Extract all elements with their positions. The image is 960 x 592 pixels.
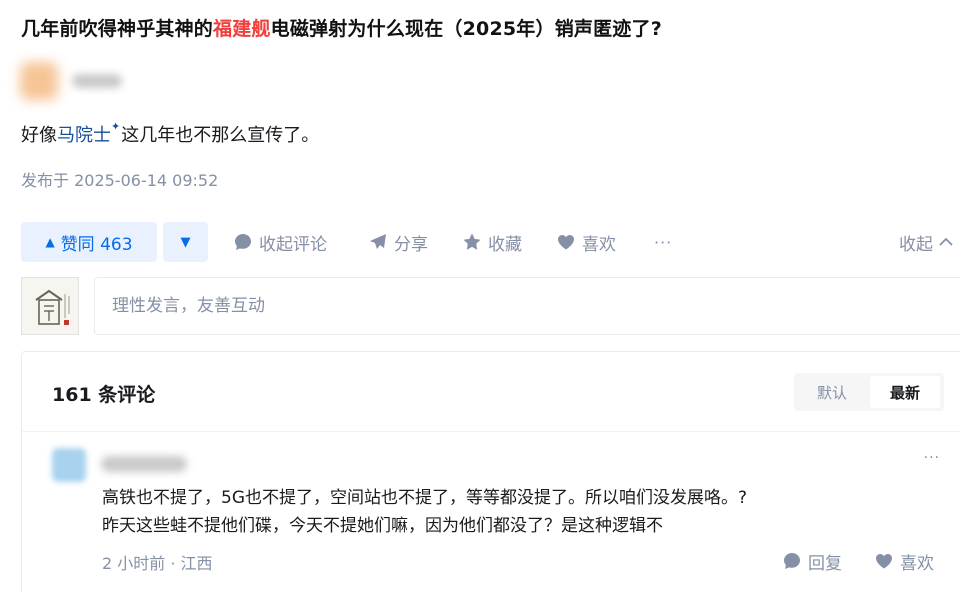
comment-bubble-icon (235, 234, 251, 250)
sort-newest-button[interactable]: 最新 (870, 376, 940, 408)
author-avatar[interactable] (20, 62, 58, 100)
comment-more-button[interactable]: ··· (924, 450, 940, 466)
comment-item: ··· 高铁也不提了，5G也不提了，空间站也不提了，等等都没提了。所以咱们没发展… (22, 436, 960, 586)
comment-text-line: 昨天这些蛙不提他们碟，今天不提她们嘛，因为他们都没了？是这种逻辑不 (102, 516, 663, 536)
question-title: 几年前吹得神乎其神的福建舰电磁弹射为什么现在（2025年）销声匿迹了? (21, 14, 662, 41)
commenter-avatar[interactable] (52, 448, 86, 482)
upvote-button[interactable]: ▲ 赞同 463 (21, 222, 157, 262)
more-dots-icon: ··· (654, 232, 673, 252)
favorite-button[interactable]: 收藏 (462, 222, 522, 262)
avatar-image (22, 278, 78, 334)
comment-like-label: 喜欢 (900, 553, 934, 574)
sort-default-button[interactable]: 默认 (797, 376, 867, 408)
sparkle-icon: ✦ (111, 120, 121, 133)
triangle-up-icon: ▲ (45, 235, 55, 249)
author-name[interactable] (72, 74, 122, 88)
share-label: 分享 (394, 234, 428, 255)
comments-count: 161 条评论 (52, 384, 156, 406)
answer-link[interactable]: 马院士 (57, 125, 111, 146)
heart-icon (876, 554, 892, 569)
like-label: 喜欢 (582, 234, 616, 255)
star-icon (463, 233, 481, 250)
downvote-button[interactable]: ▼ (163, 222, 208, 262)
favorite-label: 收藏 (488, 234, 522, 255)
comment-bubble-icon (784, 553, 800, 569)
chevron-up-icon (939, 237, 953, 246)
comment-reply-button[interactable]: 回复 (782, 548, 842, 574)
question-title-suffix: 电磁弹射为什么现在（2025年）销声匿迹了? (270, 18, 662, 40)
triangle-down-icon: ▼ (180, 234, 191, 250)
comment-input[interactable] (94, 277, 960, 335)
current-user-avatar[interactable] (21, 277, 79, 335)
heart-icon (558, 235, 574, 250)
paper-plane-icon (370, 234, 386, 249)
more-actions-button[interactable]: ··· (654, 222, 672, 262)
comment-meta: 2 小时前 · 江西 (102, 554, 213, 573)
comment-text: 高铁也不提了，5G也不提了，空间站也不提了，等等都没提了。所以咱们没发展咯。? … (102, 484, 952, 540)
upvote-label: 赞同 463 (60, 234, 133, 255)
publish-time: 发布于 2025-06-14 09:52 (21, 171, 219, 190)
answer-actions: ▲ 赞同 463 ▼ 收起评论 分享 收藏 喜欢 ··· 收起 (21, 222, 960, 262)
answer-content: 好像马院士✦这几年也不那么宣传了。 (21, 120, 320, 147)
question-title-prefix: 几年前吹得神乎其神的 (21, 18, 214, 40)
author-info[interactable] (20, 58, 150, 106)
collapse-label: 收起 (899, 234, 933, 255)
share-button[interactable]: 分享 (368, 222, 428, 262)
comments-header: 161 条评论 默认 最新 (22, 352, 960, 432)
comments-panel: 161 条评论 默认 最新 ··· 高铁也不提了，5G也不提了，空间站也不提了，… (21, 351, 960, 592)
collapse-answer-button[interactable]: 收起 (899, 222, 955, 262)
comment-text-line: 高铁也不提了，5G也不提了，空间站也不提了，等等都没提了。所以咱们没发展咯。? (102, 488, 748, 508)
question-title-highlight[interactable]: 福建舰 (213, 18, 271, 40)
comment-like-button[interactable]: 喜欢 (874, 548, 934, 574)
toggle-comments-button[interactable]: 收起评论 (233, 222, 327, 262)
like-button[interactable]: 喜欢 (556, 222, 616, 262)
comment-reply-label: 回复 (808, 553, 842, 574)
comment-sort-toggle: 默认 最新 (794, 373, 944, 411)
commenter-name[interactable] (101, 456, 187, 472)
comment-compose (21, 277, 960, 335)
answer-text-prefix: 好像 (21, 125, 57, 146)
toggle-comments-label: 收起评论 (259, 234, 327, 255)
answer-text-suffix: 这几年也不那么宣传了。 (121, 125, 320, 146)
